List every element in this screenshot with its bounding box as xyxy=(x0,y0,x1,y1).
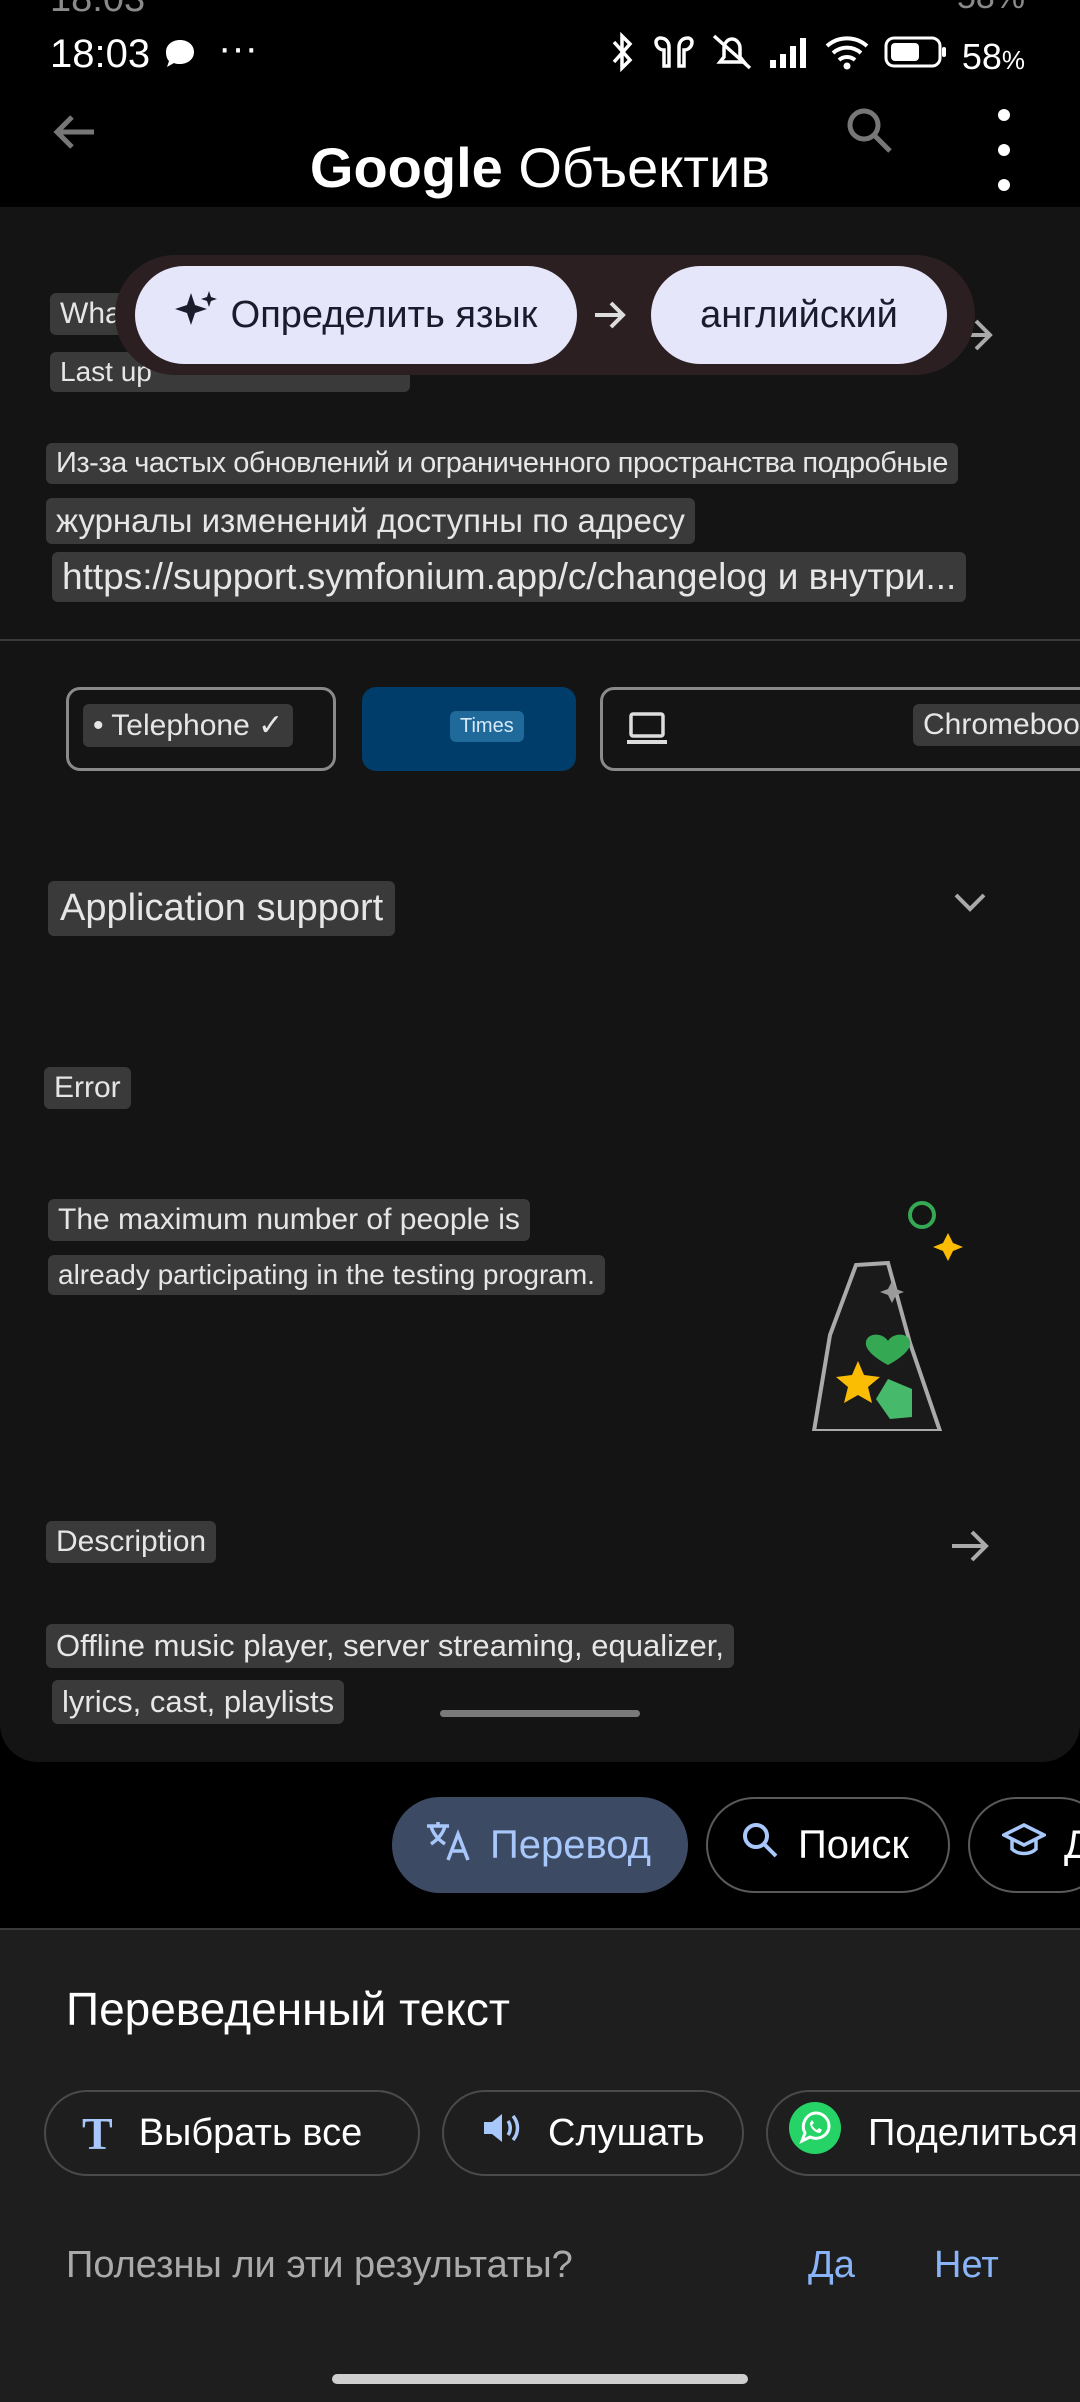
changelog-line-3: https://support.symfonium.app/c/changelo… xyxy=(52,552,967,602)
more-notifications-icon: ··· xyxy=(218,26,258,70)
error-label: Error xyxy=(44,1067,131,1109)
translate-icon xyxy=(424,1818,472,1872)
battery-icon xyxy=(884,35,948,78)
chevron-down-icon[interactable] xyxy=(952,889,988,922)
search-mode-icon xyxy=(740,1820,780,1870)
target-language-button[interactable]: английский xyxy=(651,266,947,364)
description-arrow-icon[interactable] xyxy=(948,1523,994,1574)
section-divider xyxy=(0,639,1080,641)
whatsapp-icon xyxy=(788,2101,842,2165)
select-all-button[interactable]: T Выбрать все xyxy=(44,2090,420,2176)
status-battery-ghost: 58% xyxy=(957,0,1025,17)
battery-unit: % xyxy=(1001,44,1025,75)
app-bar: Google Объектив xyxy=(0,95,1080,209)
status-icons: 58% xyxy=(608,31,1025,81)
overflow-menu-icon[interactable] xyxy=(992,105,1016,200)
changelog-line-2: журналы изменений доступны по адресу xyxy=(46,498,695,544)
gesture-home-bar[interactable] xyxy=(332,2374,748,2384)
language-arrow-icon xyxy=(591,297,631,338)
wifi-icon xyxy=(824,34,870,79)
lens-title: Объектив xyxy=(518,136,771,199)
testing-flask-illustration xyxy=(808,1201,978,1436)
error-message-line-2: already participating in the testing pro… xyxy=(48,1255,605,1295)
share-label: Поделиться xyxy=(868,2111,1078,2154)
translated-text-sheet: Переведенный текст T Выбрать все Слушать… xyxy=(0,1928,1080,2402)
tab-translate[interactable]: Перевод xyxy=(392,1797,688,1893)
detect-language-label: Определить язык xyxy=(230,293,538,336)
device-tab-phone-label: • Telephone ✓ xyxy=(83,704,294,747)
search-icon[interactable] xyxy=(842,103,896,162)
laptop-icon xyxy=(625,710,669,753)
feedback-no-button[interactable]: Нет xyxy=(934,2244,999,2287)
select-all-label: Выбрать все xyxy=(138,2111,363,2154)
sheet-title: Переведенный текст xyxy=(66,1983,510,2035)
text-select-icon: T xyxy=(82,2107,113,2159)
device-tab-chromebook-label: Chromebook xyxy=(913,704,1080,746)
app-support-title[interactable]: Application support xyxy=(48,881,396,936)
speaker-icon xyxy=(480,2109,522,2157)
graduation-cap-icon xyxy=(1000,1821,1048,1869)
signal-icon xyxy=(768,34,810,79)
description-line-1: Offline music player, server streaming, … xyxy=(46,1624,734,1668)
battery-level: 58 xyxy=(961,35,1002,77)
listen-label: Слушать xyxy=(548,2111,705,2154)
app-title: Google Объектив xyxy=(0,135,1080,200)
bluetooth-icon xyxy=(608,31,638,81)
feedback-yes-button[interactable]: Да xyxy=(808,2244,855,2287)
canvas-drag-handle[interactable] xyxy=(440,1710,640,1717)
tab-search[interactable]: Поиск xyxy=(706,1797,950,1893)
status-time: 18:03 xyxy=(50,32,151,76)
share-button[interactable]: Поделиться xyxy=(766,2090,1080,2176)
device-tab-chromebook[interactable]: Chromebook xyxy=(600,687,1080,771)
tab-translate-label: Перевод xyxy=(490,1822,651,1867)
device-tab-phone[interactable]: • Telephone ✓ xyxy=(66,687,336,771)
google-logo-text: Google xyxy=(309,136,503,199)
message-icon xyxy=(162,36,198,77)
detect-language-button[interactable]: Определить язык xyxy=(135,266,577,364)
earbuds-icon xyxy=(652,32,696,81)
language-selector: Определить язык английский xyxy=(115,255,975,375)
mute-icon xyxy=(710,32,754,81)
sparkle-icon xyxy=(174,289,217,341)
tab-homework-label: Д xyxy=(1064,1822,1080,1867)
device-tab-tablet[interactable]: Times xyxy=(362,687,576,771)
description-line-2: lyrics, cast, playlists xyxy=(52,1680,345,1724)
listen-button[interactable]: Слушать xyxy=(442,2090,744,2176)
status-bar: 18:03 58% 18:03 ··· 58% xyxy=(0,0,1080,110)
status-time-ghost: 18:03 xyxy=(50,0,145,21)
tab-homework[interactable]: Д xyxy=(968,1797,1080,1893)
device-tab-tablet-label: Times xyxy=(450,711,524,742)
tab-search-label: Поиск xyxy=(798,1822,909,1867)
target-language-label: английский xyxy=(700,293,898,336)
error-message-line-1: The maximum number of people is xyxy=(48,1199,530,1241)
feedback-question: Полезны ли эти результаты? xyxy=(66,2244,573,2286)
description-label: Description xyxy=(46,1521,217,1563)
lens-image-canvas[interactable]: Wha Last up Из-за частых обновлений и ог… xyxy=(0,207,1080,1762)
changelog-line-1: Из-за частых обновлений и ограниченного … xyxy=(46,443,958,484)
